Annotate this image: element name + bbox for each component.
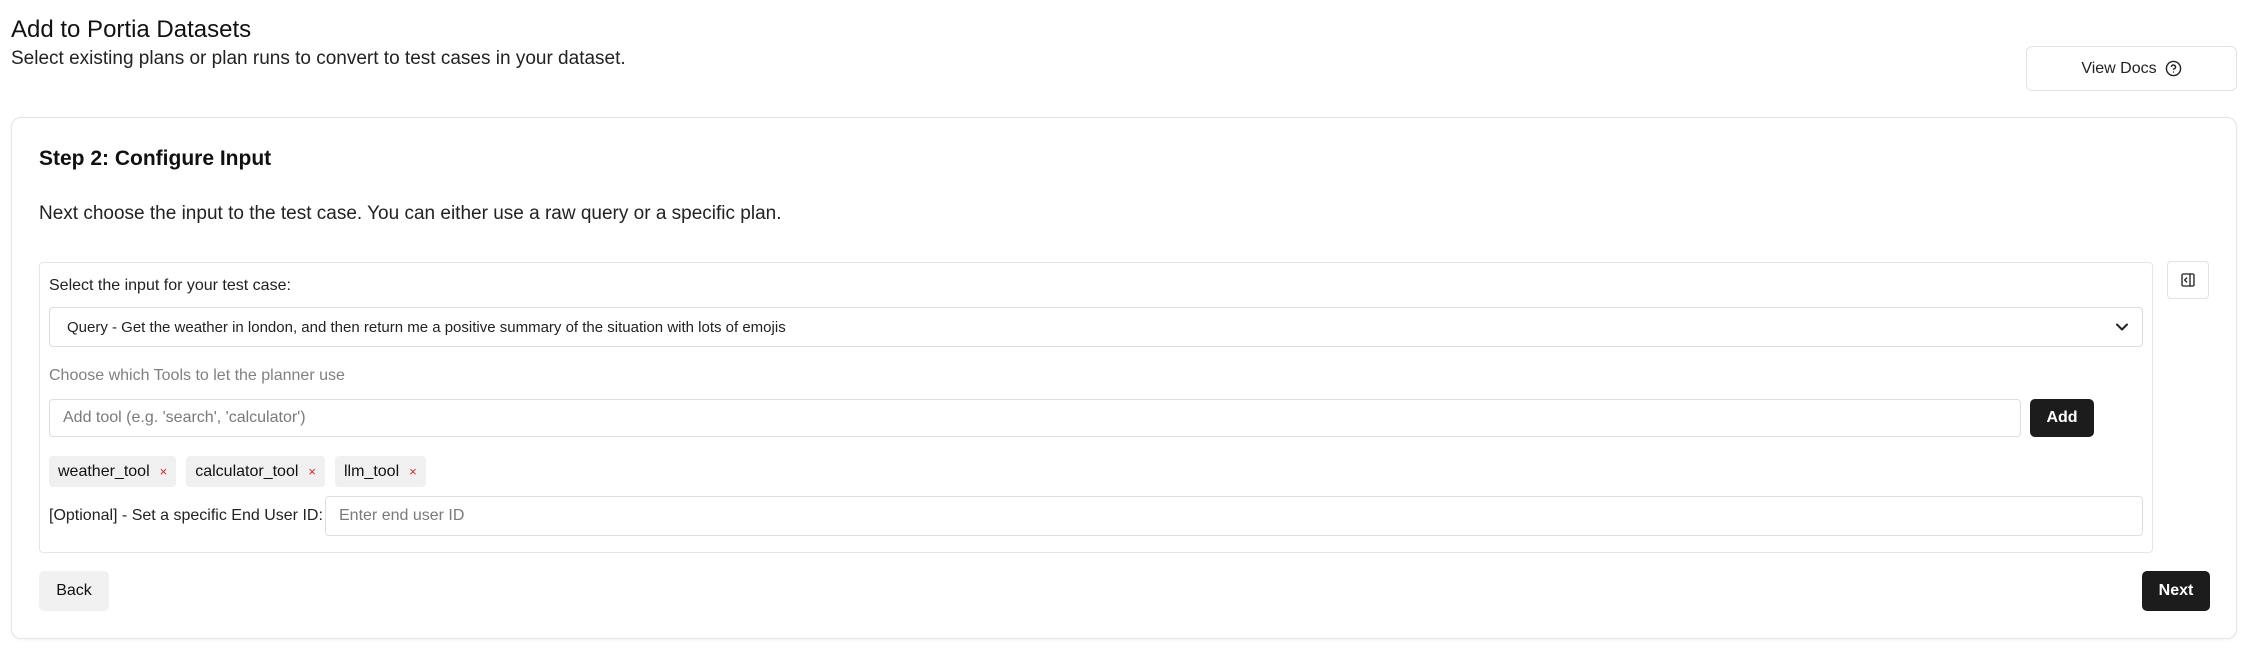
tool-chip-label: llm_tool (343, 462, 400, 480)
remove-icon[interactable]: × (409, 465, 417, 478)
tool-chip-weather: weather_tool × (49, 456, 177, 487)
add-tool-input[interactable] (49, 399, 2021, 437)
chevron-down-icon (2116, 323, 2128, 331)
input-panel: Select the input for your test case: Que… (39, 262, 2153, 553)
tool-chip-label: calculator_tool (195, 462, 299, 480)
add-tool-button[interactable]: Add (2030, 399, 2094, 437)
page-title: Add to Portia Datasets (11, 16, 252, 43)
page: Add to Portia Datasets Select existing p… (0, 0, 2249, 657)
panel-right-icon (2180, 272, 2196, 288)
step-title: Step 2: Configure Input (39, 147, 272, 170)
tool-chip-llm: llm_tool × (334, 456, 426, 487)
configure-input-card: Step 2: Configure Input Next choose the … (11, 117, 2237, 639)
remove-icon[interactable]: × (160, 465, 168, 478)
tool-chip-calculator: calculator_tool × (186, 456, 325, 487)
page-subtitle: Select existing plans or plan runs to co… (11, 48, 626, 69)
end-user-id-input[interactable] (325, 496, 2143, 536)
back-button[interactable]: Back (39, 571, 109, 611)
help-circle-icon (2165, 60, 2182, 77)
remove-icon[interactable]: × (308, 465, 316, 478)
test-case-input-select[interactable]: Query - Get the weather in london, and t… (49, 307, 2143, 347)
next-button[interactable]: Next (2142, 571, 2210, 611)
step-description: Next choose the input to the test case. … (39, 203, 782, 224)
tools-label: Choose which Tools to let the planner us… (49, 367, 345, 384)
end-user-label: [Optional] - Set a specific End User ID: (49, 507, 323, 524)
selected-input-value: Query - Get the weather in london, and t… (67, 318, 786, 336)
sidebar-toggle-button[interactable] (2167, 261, 2209, 299)
tool-chip-label: weather_tool (58, 462, 150, 480)
tool-chips: weather_tool × calculator_tool × llm_too… (49, 456, 426, 487)
input-select-label: Select the input for your test case: (49, 277, 291, 294)
view-docs-button[interactable]: View Docs (2026, 46, 2237, 91)
view-docs-label: View Docs (2081, 59, 2157, 77)
